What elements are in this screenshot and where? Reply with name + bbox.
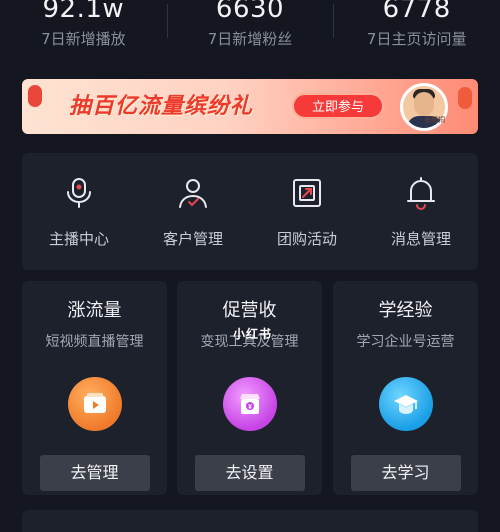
video-folder-icon — [67, 377, 122, 431]
tool-label: 消息管理 — [390, 230, 451, 248]
tool-anchor-center[interactable]: 主播中心 — [22, 153, 136, 270]
lantern-decoration — [458, 87, 472, 109]
feature-title: 学经验 — [378, 300, 433, 321]
go-manage-button[interactable]: 去管理 — [39, 455, 150, 491]
go-learn-button[interactable]: 去学习 — [350, 455, 461, 491]
stat-fans[interactable]: 6630 7日新增粉丝 — [166, 0, 334, 56]
tool-customer-management[interactable]: 客户管理 — [136, 153, 250, 270]
stat-value: 92.1w — [42, 0, 125, 24]
bottom-card — [22, 510, 478, 532]
graduation-cap-icon — [378, 377, 433, 431]
stat-label: 7日新增粉丝 — [207, 30, 293, 48]
tool-label: 客户管理 — [162, 230, 223, 248]
promo-banner[interactable]: 抽百亿流量缤纷礼 立即参与 张雨桐 — [22, 79, 478, 134]
go-settings-button[interactable]: 去设置 — [194, 455, 305, 491]
stat-label: 7日新增播放 — [41, 30, 126, 48]
feature-card-learning[interactable]: 学经验 学习企业号运营 去学习 — [333, 281, 478, 495]
watermark-text: 小红书 — [233, 327, 273, 341]
stat-label: 7日主页访问量 — [366, 30, 467, 48]
join-now-button[interactable]: 立即参与 — [292, 93, 384, 119]
feature-subtitle: 学习企业号运营 — [356, 334, 455, 350]
banner-title: 抽百亿流量缤纷礼 — [69, 94, 254, 119]
lantern-decoration — [28, 85, 42, 107]
bell-icon — [407, 177, 435, 210]
stat-visits[interactable]: 6778 7日主页访问量 — [333, 0, 500, 56]
tool-label: 主播中心 — [48, 230, 109, 248]
stat-value: 6778 — [382, 0, 451, 24]
coupon-icon — [293, 179, 321, 207]
tools-card: 主播中心 客户管理 团购活动 消息管理 — [22, 153, 478, 270]
tool-message-management[interactable]: 消息管理 — [364, 153, 478, 270]
feature-title: 促营收 — [222, 300, 277, 321]
stat-value: 6630 — [215, 0, 285, 24]
tool-label: 团购活动 — [276, 230, 337, 248]
feature-subtitle: 短视频直播管理 — [45, 334, 144, 350]
user-check-icon — [179, 179, 207, 208]
stats-row: 92.1w 7日新增播放 6630 7日新增粉丝 6778 7日主页访问量 — [0, 0, 500, 56]
stat-plays[interactable]: 92.1w 7日新增播放 — [0, 0, 167, 56]
feature-card-revenue[interactable]: 促营收 变现工具及管理 去设置 — [177, 281, 322, 495]
tool-group-buying[interactable]: 团购活动 — [250, 153, 364, 270]
feature-card-traffic[interactable]: 涨流量 短视频直播管理 去管理 — [22, 281, 167, 495]
microphone-icon — [67, 178, 91, 208]
feature-title: 涨流量 — [67, 300, 122, 321]
store-icon — [222, 377, 277, 431]
banner-avatar-name: 张雨桐 — [424, 116, 445, 124]
